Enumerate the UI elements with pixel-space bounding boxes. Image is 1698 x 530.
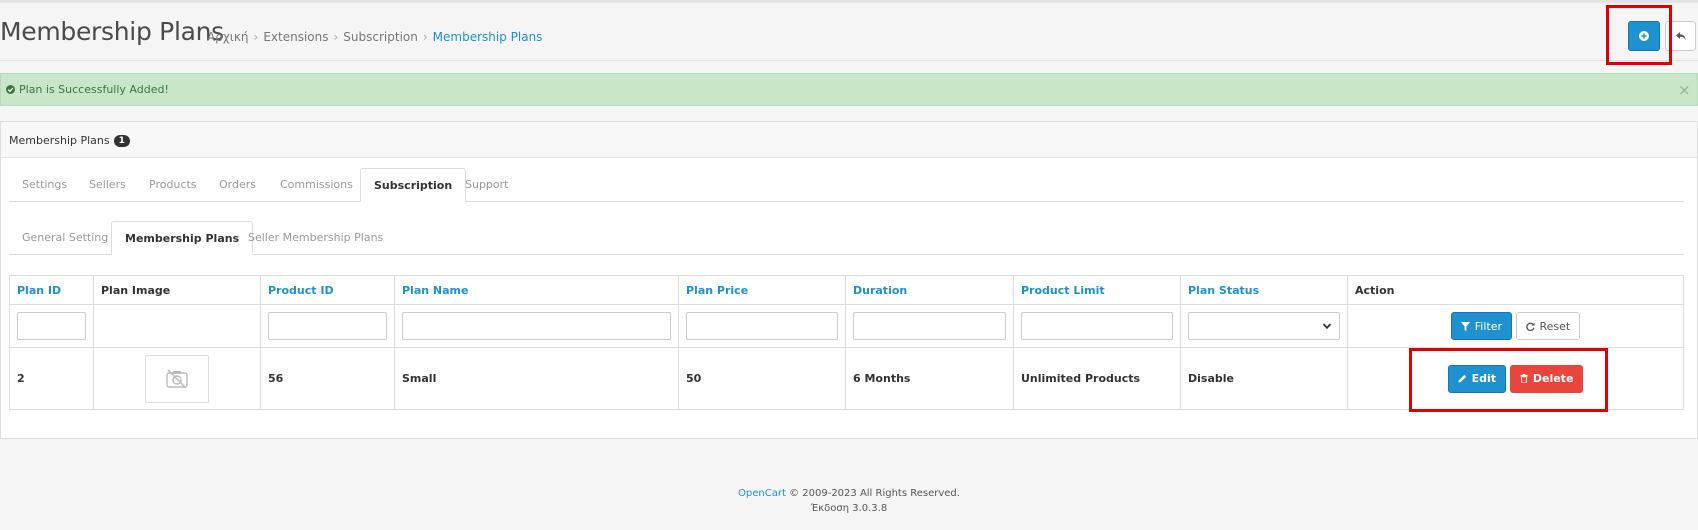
filter-plan-price-input[interactable] — [686, 312, 838, 340]
reply-icon — [1675, 31, 1686, 40]
col-plan-id[interactable]: Plan ID — [9, 275, 94, 305]
no-image-icon — [166, 369, 188, 388]
chevron-down-icon — [1322, 323, 1332, 330]
page-title: Membership Plans — [0, 17, 224, 46]
pencil-icon — [1458, 374, 1466, 383]
subtab-membership-plans[interactable]: Membership Plans — [111, 221, 254, 255]
refresh-icon — [1525, 322, 1535, 331]
filter-plan-status-select[interactable] — [1188, 312, 1340, 340]
col-plan-price[interactable]: Plan Price — [678, 275, 846, 305]
col-plan-status[interactable]: Plan Status — [1180, 275, 1348, 305]
filter-product-limit-input[interactable] — [1021, 312, 1173, 340]
filter-button[interactable]: Filter — [1450, 312, 1512, 340]
tab-commissions[interactable]: Commissions — [267, 168, 366, 201]
footer-copyright: © 2009-2023 All Rights Reserved. — [789, 488, 960, 499]
tab-products[interactable]: Products — [136, 168, 210, 201]
tab-subscription[interactable]: Subscription — [360, 168, 467, 202]
check-circle-icon — [6, 85, 15, 94]
subtab-general-setting[interactable]: General Setting — [9, 221, 121, 254]
cell-product-limit: Unlimited Products — [1013, 347, 1181, 410]
panel-title: Membership Plans 1 — [9, 134, 130, 147]
col-product-limit[interactable]: Product Limit — [1013, 275, 1181, 305]
footer-version: Έκδοση 3.0.3.8 — [810, 503, 888, 514]
trash-icon — [1520, 374, 1528, 383]
filter-duration-input[interactable] — [853, 312, 1006, 340]
filter-icon — [1460, 321, 1470, 331]
filter-empty-cell — [93, 304, 261, 348]
cell-plan-status: Disable — [1180, 347, 1348, 410]
col-product-id[interactable]: Product ID — [260, 275, 395, 305]
delete-button[interactable]: Delete — [1509, 364, 1584, 393]
subtab-seller-membership-plans[interactable]: Seller Membership Plans — [235, 221, 396, 254]
filter-product-id-input[interactable] — [268, 312, 387, 340]
opencart-link[interactable]: OpenCart — [738, 488, 786, 499]
add-plan-button[interactable] — [1628, 21, 1660, 51]
tab-support[interactable]: Support — [452, 168, 521, 201]
plans-table: Plan ID Plan Image Product ID Plan Name … — [9, 275, 1684, 410]
cell-product-id: 56 — [260, 347, 395, 410]
sub-tabs: General Setting Membership Plans Seller … — [9, 221, 1684, 255]
table-header-row: Plan ID Plan Image Product ID Plan Name … — [9, 275, 1684, 305]
page-header: Membership Plans Αρχική › Extensions › Subsc… — [0, 3, 1698, 61]
count-badge: 1 — [113, 135, 130, 147]
col-plan-name[interactable]: Plan Name — [394, 275, 679, 305]
edit-button[interactable]: Edit — [1447, 364, 1507, 393]
breadcrumb-extensions[interactable]: Extensions — [263, 30, 328, 44]
breadcrumb-home[interactable]: Αρχική — [207, 30, 249, 44]
filter-plan-id-input[interactable] — [17, 312, 86, 340]
footer: OpenCart © 2009-2023 All Rights Reserved… — [0, 486, 1698, 516]
tab-settings[interactable]: Settings — [9, 168, 80, 201]
back-button[interactable] — [1665, 21, 1696, 51]
breadcrumb: Αρχική › Extensions › Subscription › Membershi… — [207, 30, 543, 44]
col-action: Action — [1347, 275, 1684, 305]
cell-plan-id: 2 — [9, 347, 94, 410]
table-row: 2 56 Small 50 6 Months Unlimited Product… — [9, 347, 1684, 410]
main-tabs: Settings Sellers Products Orders Commiss… — [9, 168, 1684, 202]
panel-heading: Membership Plans 1 — [1, 122, 1697, 158]
alert-close-button[interactable]: × — [1678, 81, 1691, 99]
cell-plan-price: 50 — [678, 347, 846, 410]
cell-plan-name: Small — [394, 347, 679, 410]
filter-row: Filter Reset — [9, 304, 1684, 348]
filter-plan-name-input[interactable] — [402, 312, 671, 340]
tab-sellers[interactable]: Sellers — [76, 168, 139, 201]
plus-circle-icon — [1639, 31, 1649, 41]
success-alert: Plan is Successfully Added! × — [0, 73, 1698, 106]
alert-message: Plan is Successfully Added! — [19, 83, 169, 96]
breadcrumb-subscription[interactable]: Subscription — [343, 30, 418, 44]
col-duration[interactable]: Duration — [845, 275, 1014, 305]
breadcrumb-membership-plans[interactable]: Membership Plans — [433, 30, 543, 44]
reset-button[interactable]: Reset — [1515, 312, 1581, 340]
tab-orders[interactable]: Orders — [206, 168, 269, 201]
col-plan-image: Plan Image — [93, 275, 261, 305]
cell-duration: 6 Months — [845, 347, 1014, 410]
plan-image — [145, 354, 209, 403]
